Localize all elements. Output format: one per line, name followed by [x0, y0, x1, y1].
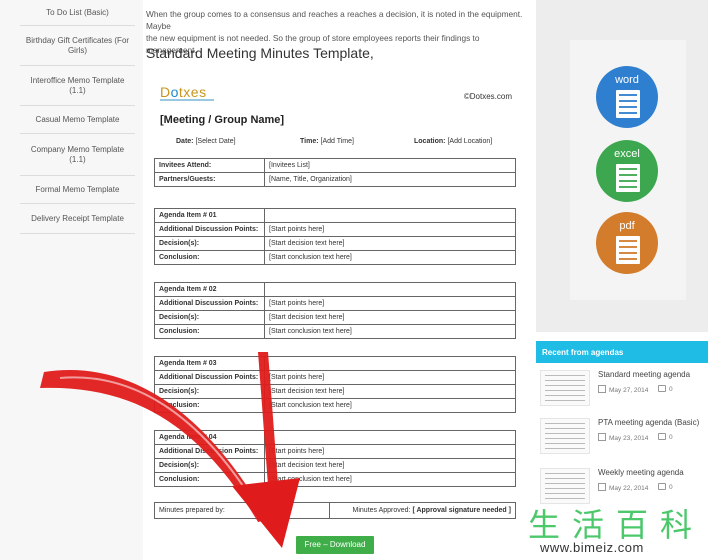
- watermark: 生活百科 www.bimeiz.com: [528, 506, 705, 555]
- comment-icon: 0: [658, 433, 673, 441]
- table-row: Invitees Attend: [Invitees List]: [154, 158, 516, 173]
- excel-download-icon[interactable]: excel: [596, 140, 658, 202]
- page-heading: Standard Meeting Minutes Template,: [146, 45, 374, 61]
- sidebar-item-to-do-list[interactable]: To Do List (Basic): [20, 0, 135, 26]
- table-row: Conclusion: [Start conclusion text here]: [154, 398, 516, 413]
- table-row: Decision(s): [Start decision text here]: [154, 458, 516, 473]
- table-row: Conclusion: [Start conclusion text here]: [154, 472, 516, 487]
- table-row: Minutes prepared by: Minutes Approved: […: [154, 502, 516, 519]
- related-templates-list: To Do List (Basic) Birthday Gift Certifi…: [20, 0, 135, 234]
- calendar-icon: May 23, 2014: [598, 433, 648, 442]
- table-row: Additional Discussion Points: [Start poin…: [154, 296, 516, 311]
- agenda-table-02: Agenda Item # 02 Additional Discussion P…: [154, 282, 516, 339]
- recent-thumbnail[interactable]: [540, 418, 590, 454]
- template-preview: Dotxes ©Dotxes.com [Meeting / Group Name…: [146, 72, 520, 528]
- left-sidebar: To Do List (Basic) Birthday Gift Certifi…: [0, 0, 143, 560]
- sidebar-item-birthday-gift[interactable]: Birthday Gift Certificates (For Girls): [20, 26, 135, 66]
- sidebar-item-delivery-receipt[interactable]: Delivery Receipt Template: [20, 204, 135, 234]
- location-field: Location: [Add Location]: [414, 138, 493, 145]
- table-row: Agenda Item # 03: [154, 356, 516, 371]
- logo-tagline-bar: [160, 99, 214, 101]
- agenda-table-03: Agenda Item # 03 Additional Discussion P…: [154, 356, 516, 413]
- approval-cell: Minutes Approved: [ Approval signature n…: [329, 502, 516, 519]
- recent-thumbnail[interactable]: [540, 370, 590, 406]
- time-field: Time: [Add Time]: [300, 138, 354, 145]
- sidebar-item-company-memo[interactable]: Company Memo Template (1.1): [20, 134, 135, 176]
- table-row: Agenda Item # 01: [154, 208, 516, 223]
- calendar-icon: May 22, 2014: [598, 483, 648, 492]
- word-download-icon[interactable]: word: [596, 66, 658, 128]
- spreadsheet-page-icon: [616, 164, 640, 192]
- dotxes-logo: Dotxes: [160, 84, 207, 100]
- table-row: Conclusion: [Start conclusion text here]: [154, 324, 516, 339]
- comment-icon: 0: [658, 385, 673, 393]
- table-row: Decision(s): [Start decision text here]: [154, 384, 516, 399]
- recent-item-pta-meeting[interactable]: PTA meeting agenda (Basic) May 23, 2014 …: [540, 418, 708, 458]
- table-row: Additional Discussion Points: [Start poin…: [154, 222, 516, 237]
- table-row: Agenda Item # 02: [154, 282, 516, 297]
- calendar-icon: May 27, 2014: [598, 385, 648, 394]
- comment-icon: 0: [658, 483, 673, 491]
- table-row: Additional Discussion Points: [Start poin…: [154, 370, 516, 385]
- table-row: Decision(s): [Start decision text here]: [154, 310, 516, 325]
- recent-from-agendas-header: Recent from agendas: [536, 341, 708, 363]
- agenda-table-04: Agenda Item # 04 Additional Discussion P…: [154, 430, 516, 487]
- pdf-download-icon[interactable]: pdf: [596, 212, 658, 274]
- agenda-table-01: Agenda Item # 01 Additional Discussion P…: [154, 208, 516, 265]
- sidebar-item-interoffice-memo[interactable]: Interoffice Memo Template (1.1): [20, 66, 135, 106]
- sidebar-item-casual-memo[interactable]: Casual Memo Template: [20, 106, 135, 134]
- meeting-name-title: [Meeting / Group Name]: [160, 114, 285, 126]
- attendees-table: Invitees Attend: [Invitees List] Partners…: [154, 158, 516, 187]
- table-row: Decision(s): [Start decision text here]: [154, 236, 516, 251]
- recent-thumbnail[interactable]: [540, 468, 590, 504]
- free-download-button[interactable]: Free – Download: [296, 536, 374, 554]
- table-row: Additional Discussion Points: [Start poin…: [154, 444, 516, 459]
- pdf-page-icon: [616, 236, 640, 264]
- document-page-icon: [616, 90, 640, 118]
- date-field: Date: [Select Date]: [176, 138, 236, 145]
- signature-table: Minutes prepared by: Minutes Approved: […: [154, 502, 516, 519]
- table-row: Agenda Item # 04: [154, 430, 516, 445]
- recent-item-standard-meeting[interactable]: Standard meeting agenda May 27, 2014 0: [540, 370, 708, 410]
- table-row: Partners/Guests: [Name, Title, Organizati…: [154, 172, 516, 187]
- table-row: Conclusion: [Start conclusion text here]: [154, 250, 516, 265]
- sidebar-item-formal-memo[interactable]: Formal Memo Template: [20, 176, 135, 204]
- copyright-text: ©Dotxes.com: [463, 92, 512, 101]
